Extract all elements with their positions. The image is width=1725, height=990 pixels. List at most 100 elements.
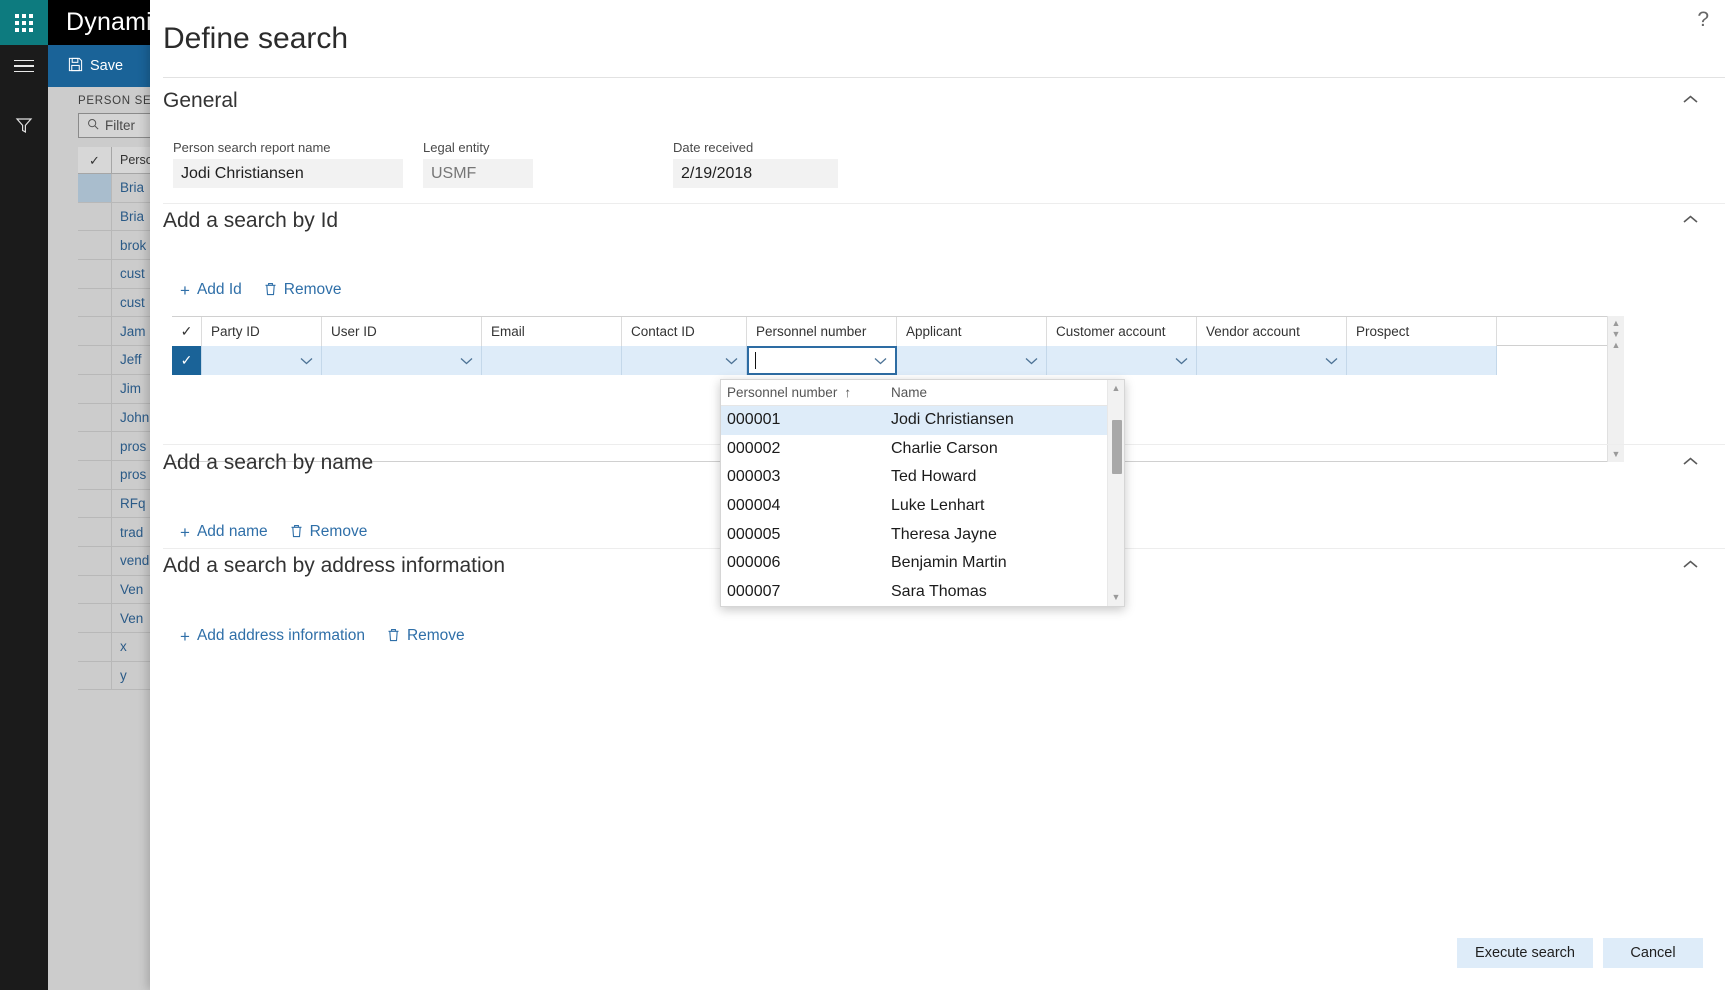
chevron-down-icon[interactable] — [460, 354, 473, 367]
question-mark-icon[interactable]: ? — [1697, 8, 1709, 32]
define-search-dialog: ? Define search General Person search re… — [150, 0, 1725, 990]
lookup-list-item[interactable]: 000005 Theresa Jayne — [721, 520, 1124, 549]
lookup-item-name: Benjamin Martin — [891, 554, 1007, 572]
lookup-scrollbar-thumb[interactable] — [1112, 420, 1122, 474]
remove-id-button[interactable]: Remove — [264, 281, 341, 299]
column-header-customer-account[interactable]: Customer account — [1047, 317, 1197, 346]
waffle-grid-icon[interactable] — [0, 0, 48, 45]
section-title-search-by-name: Add a search by name — [163, 451, 374, 474]
table-row[interactable]: ✓ — [172, 346, 1607, 375]
row-select-checkbox[interactable] — [78, 546, 112, 576]
cell-user-id[interactable] — [322, 346, 482, 375]
chevron-down-icon[interactable]: ▼ — [1612, 329, 1621, 340]
row-select-checkbox[interactable] — [78, 316, 112, 346]
column-header-party-id[interactable]: Party ID — [202, 317, 322, 346]
field-legal-entity: Legal entity USMF — [423, 140, 533, 188]
select-all-checkmark-icon[interactable]: ✓ — [172, 317, 202, 346]
row-select-checkbox[interactable] — [78, 230, 112, 260]
cell-prospect[interactable] — [1347, 346, 1497, 375]
remove-address-information-button[interactable]: Remove — [387, 627, 465, 645]
chevron-up-icon[interactable] — [1682, 92, 1699, 110]
lookup-item-personnel-number: 000007 — [727, 582, 781, 600]
column-header-applicant[interactable]: Applicant — [897, 317, 1047, 346]
cell-contact-id[interactable] — [622, 346, 747, 375]
row-select-checkbox[interactable] — [78, 489, 112, 518]
row-select-checkbox[interactable] — [78, 517, 112, 547]
chevron-down-icon[interactable] — [1175, 354, 1188, 367]
chevron-down-icon[interactable] — [1325, 354, 1338, 367]
lookup-column-name[interactable]: Name — [889, 385, 927, 400]
lookup-item-name: Charlie Carson — [891, 439, 998, 457]
chevron-down-icon[interactable] — [300, 354, 313, 367]
lookup-item-name: Ted Howard — [891, 468, 977, 486]
row-select-checkbox[interactable] — [78, 603, 112, 633]
add-name-button[interactable]: + Add name — [180, 523, 268, 541]
report-name-input[interactable]: Jodi Christiansen — [173, 159, 403, 188]
column-header-person[interactable]: Perso — [112, 153, 153, 167]
plus-icon: + — [180, 626, 190, 646]
row-select-checkbox[interactable] — [78, 345, 112, 375]
navigation-rail — [0, 0, 48, 990]
chevron-up-icon[interactable] — [1682, 557, 1699, 575]
cell-email[interactable] — [482, 346, 622, 375]
remove-name-button[interactable]: Remove — [290, 523, 367, 541]
lookup-column-personnel-number[interactable]: Personnel number ↑ — [721, 385, 889, 400]
row-select-checkbox[interactable] — [78, 632, 112, 662]
chevron-up-icon[interactable]: ▲ — [1112, 383, 1121, 394]
lookup-list-item[interactable]: 000001 Jodi Christiansen — [721, 406, 1124, 435]
chevron-down-icon[interactable] — [874, 354, 887, 367]
cell-personnel-number[interactable] — [747, 346, 897, 375]
chevron-down-icon[interactable] — [725, 354, 738, 367]
row-select-checkbox[interactable] — [78, 374, 112, 403]
list-item-label: Ven — [120, 581, 144, 597]
row-select-checkbox[interactable] — [78, 173, 112, 203]
section-title-search-by-id: Add a search by Id — [163, 209, 339, 232]
column-header-user-id[interactable]: User ID — [322, 317, 482, 346]
cell-vendor-account[interactable] — [1197, 346, 1347, 375]
lookup-vertical-scrollbar[interactable]: ▲ ▼ — [1107, 380, 1124, 607]
add-id-button[interactable]: + Add Id — [180, 281, 242, 299]
row-select-checkbox[interactable] — [78, 431, 112, 461]
lookup-list-item[interactable]: 000007 Sara Thomas — [721, 578, 1124, 607]
chevron-up-icon[interactable]: ▲ — [1612, 318, 1621, 329]
select-all-checkmark-icon[interactable]: ✓ — [78, 146, 112, 174]
grid-vertical-scrollbar[interactable]: ▲ ▼ ▲ ▼ — [1607, 316, 1624, 462]
cancel-button[interactable]: Cancel — [1603, 938, 1703, 968]
row-select-checkbox[interactable] — [78, 403, 112, 432]
row-select-checkbox[interactable] — [78, 202, 112, 231]
hamburger-icon[interactable] — [0, 45, 48, 87]
column-header-vendor-account[interactable]: Vendor account — [1197, 317, 1347, 346]
execute-search-button[interactable]: Execute search — [1457, 938, 1593, 968]
date-received-input[interactable]: 2/19/2018 — [673, 159, 838, 188]
column-header-email[interactable]: Email — [482, 317, 622, 346]
chevron-down-icon[interactable] — [1025, 354, 1038, 367]
lookup-list-item[interactable]: 000003 Ted Howard — [721, 463, 1124, 492]
cell-applicant[interactable] — [897, 346, 1047, 375]
row-select-checkbox[interactable] — [78, 661, 112, 690]
column-header-contact-id[interactable]: Contact ID — [622, 317, 747, 346]
section-header-search-by-id: Add a search by Id — [163, 208, 1725, 234]
lookup-list-item[interactable]: 000004 Luke Lenhart — [721, 492, 1124, 521]
field-label-legal-entity: Legal entity — [423, 140, 490, 155]
row-select-checkbox[interactable] — [78, 259, 112, 289]
column-header-personnel-number[interactable]: Personnel number — [747, 317, 897, 346]
cell-party-id[interactable] — [202, 346, 322, 375]
row-select-checkbox[interactable] — [78, 460, 112, 490]
cell-customer-account[interactable] — [1047, 346, 1197, 375]
chevron-up-icon[interactable] — [1682, 454, 1699, 472]
row-select-checkbox[interactable] — [78, 288, 112, 317]
add-address-information-button[interactable]: + Add address information — [180, 627, 365, 645]
chevron-down-icon[interactable]: ▼ — [1112, 592, 1121, 603]
personnel-number-lookup-dropdown[interactable]: Personnel number ↑ Name 000001 Jodi Chris… — [720, 379, 1125, 608]
row-select-checkbox[interactable]: ✓ — [172, 346, 202, 375]
save-button[interactable]: Save — [54, 45, 137, 87]
column-header-prospect[interactable]: Prospect — [1347, 317, 1497, 346]
funnel-filter-icon[interactable] — [0, 105, 48, 145]
row-select-checkbox[interactable] — [78, 575, 112, 604]
lookup-list-item[interactable]: 000006 Benjamin Martin — [721, 549, 1124, 578]
save-disk-icon — [68, 57, 83, 76]
chevron-up-icon[interactable] — [1682, 212, 1699, 230]
lookup-list-item[interactable]: 000002 Charlie Carson — [721, 435, 1124, 464]
text-cursor — [755, 352, 756, 369]
chevron-up-icon[interactable]: ▲ — [1612, 340, 1621, 351]
